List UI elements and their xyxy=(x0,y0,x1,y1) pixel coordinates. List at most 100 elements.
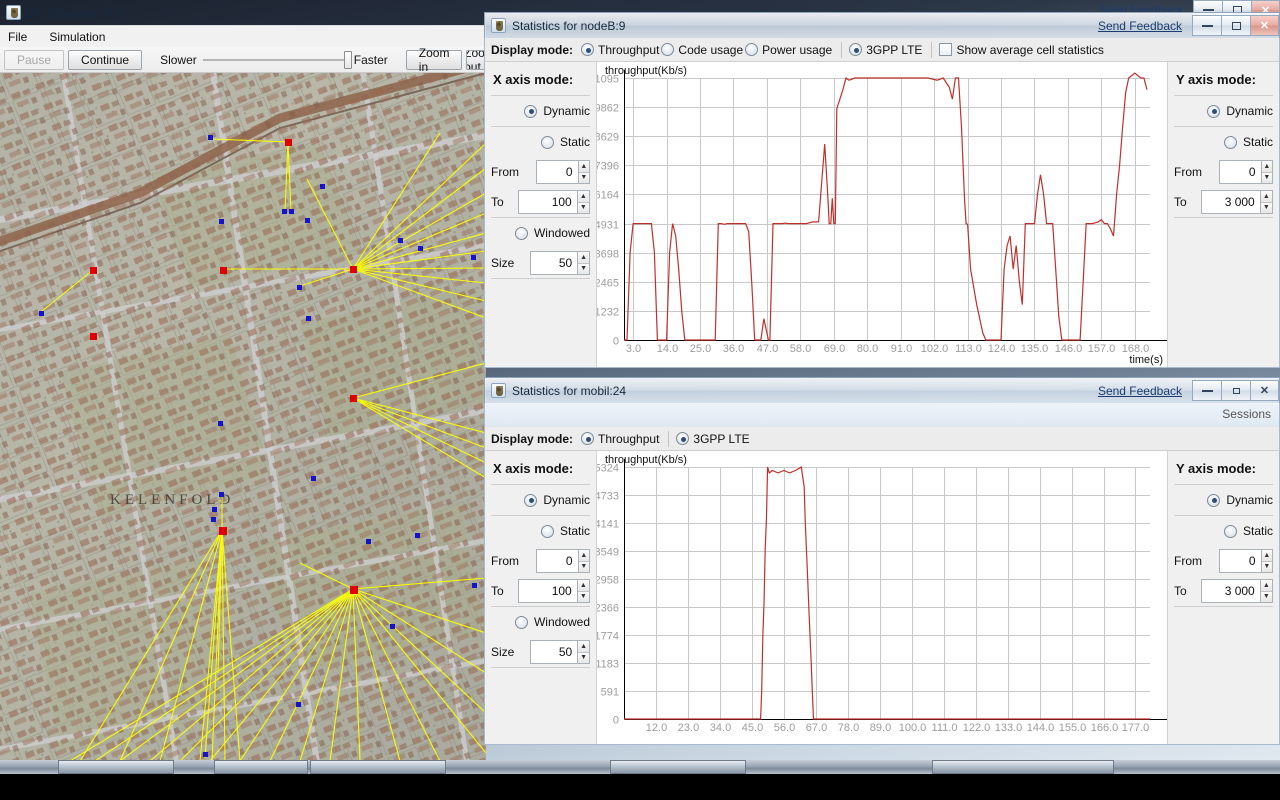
stats1-body: X axis mode: Dynamic Static From ▲▼ xyxy=(484,62,1280,368)
menu-item-file[interactable]: File xyxy=(8,30,27,44)
stats2-radio-throughput[interactable]: Throughput xyxy=(581,432,659,446)
stats2-title-text: Statistics for mobil:24 xyxy=(512,383,627,398)
svg-text:122.0: 122.0 xyxy=(963,722,991,734)
stats1-x-from-spinner[interactable]: ▲▼ xyxy=(536,160,590,184)
stats2-maximize-button[interactable] xyxy=(1221,380,1250,401)
speed-slider[interactable] xyxy=(202,50,352,69)
stats2-x-to-spinner[interactable]: ▲▼ xyxy=(518,579,590,603)
taskbar-item-1[interactable] xyxy=(58,760,174,774)
spinner-buttons[interactable]: ▲ ▼ xyxy=(1260,550,1272,572)
stats1-checkbox-avg-cell-stats[interactable]: Show average cell statistics xyxy=(939,42,1104,57)
continue-button[interactable]: Continue xyxy=(68,49,143,70)
svg-text:2465: 2465 xyxy=(597,278,619,290)
stats1-y-to-spinner[interactable]: ▲▼ xyxy=(1201,190,1273,214)
stats1-radio-throughput[interactable]: Throughput xyxy=(581,43,659,57)
taskbar-item-5[interactable] xyxy=(932,760,1114,774)
stats1-x-size-spinner[interactable]: ▲▼ xyxy=(530,251,590,275)
stats2-y-from-input[interactable] xyxy=(1220,550,1261,572)
speed-slider-handle[interactable] xyxy=(343,50,352,69)
stats2-y-from-spinner[interactable]: ▲▼ xyxy=(1219,549,1273,573)
stats2-x-from-spinner[interactable]: ▲▼ xyxy=(536,549,590,573)
stats1-minimize-button[interactable] xyxy=(1192,15,1221,36)
stats1-radio-3gpp-lte-label: 3GPP LTE xyxy=(866,42,923,57)
svg-text:5324: 5324 xyxy=(597,463,619,475)
stats2-x-size-input[interactable] xyxy=(531,641,578,663)
zoom-in-button[interactable]: Zoom in xyxy=(405,46,463,74)
stats1-x-radio-dynamic[interactable]: Dynamic xyxy=(485,96,596,126)
stats2-x-size-spinner[interactable]: ▲▼ xyxy=(530,640,590,664)
simulator-toolbar: Pause Continue Slower Faster Zoom in Zoo… xyxy=(0,46,493,74)
stats1-x-windowed-label: Windowed xyxy=(533,226,590,240)
stats1-titlebar[interactable]: Statistics for nodeB:9 Send Feedback ✕ xyxy=(484,12,1280,38)
stats1-radio-power-usage[interactable]: Power usage xyxy=(745,43,832,57)
stats1-x-from-label: From xyxy=(491,165,519,179)
menu-item-simulation[interactable]: Simulation xyxy=(49,30,105,44)
stats2-y-radio-dynamic[interactable]: Dynamic xyxy=(1168,485,1279,515)
stats1-y-from-spinner[interactable]: ▲▼ xyxy=(1219,160,1273,184)
spinner-up-icon: ▲ xyxy=(1260,191,1272,203)
spinner-buttons[interactable]: ▲ ▼ xyxy=(577,641,589,663)
spinner-buttons[interactable]: ▲ ▼ xyxy=(1259,191,1272,213)
simulator-menubar: File Simulation xyxy=(0,25,486,47)
spinner-buttons[interactable]: ▲ ▼ xyxy=(576,580,589,602)
stats1-x-radio-windowed[interactable]: Windowed xyxy=(485,218,596,248)
svg-text:11095: 11095 xyxy=(597,74,619,86)
spinner-buttons[interactable]: ▲ ▼ xyxy=(1260,161,1272,183)
stats1-close-button[interactable]: ✕ xyxy=(1250,15,1279,36)
tab-sessions[interactable]: Sessions xyxy=(1222,407,1271,421)
stats2-x-radio-static[interactable]: Static xyxy=(485,516,596,546)
taskbar-item-4[interactable] xyxy=(610,760,746,774)
stats2-x-static-label: Static xyxy=(559,524,590,538)
spinner-buttons[interactable]: ▲ ▼ xyxy=(576,191,589,213)
stats1-x-from-input[interactable] xyxy=(537,161,578,183)
stats2-minimize-button[interactable] xyxy=(1192,380,1221,401)
stats2-x-radio-dynamic[interactable]: Dynamic xyxy=(485,485,596,515)
stats1-display-mode-label: Display mode: xyxy=(491,42,574,57)
stats2-y-to-input[interactable] xyxy=(1202,580,1260,602)
spinner-buttons[interactable]: ▲ ▼ xyxy=(577,252,589,274)
stats2-plot[interactable]: throughput(Kb/s) 0 591 1183 1774 2366 2958 354… xyxy=(597,451,1167,744)
stats1-x-to-input[interactable] xyxy=(519,191,577,213)
simulation-map[interactable]: KELENFOLD xyxy=(0,73,486,761)
spinner-buttons[interactable]: ▲ ▼ xyxy=(577,550,589,572)
stats2-radio-3gpp-lte[interactable]: 3GPP LTE xyxy=(676,432,750,446)
stats1-x-radio-static[interactable]: Static xyxy=(485,127,596,157)
taskbar-item-3[interactable] xyxy=(310,760,446,774)
stats1-maximize-button[interactable] xyxy=(1221,15,1250,36)
stats2-y-to-spinner[interactable]: ▲▼ xyxy=(1201,579,1273,603)
stats1-x-axis-panel: X axis mode: Dynamic Static From ▲▼ xyxy=(485,62,597,367)
svg-text:100.0: 100.0 xyxy=(899,722,927,734)
taskbar-item-2[interactable] xyxy=(214,760,308,774)
stats1-y-from-label: From xyxy=(1174,165,1202,179)
stats1-x-to-spinner[interactable]: ▲▼ xyxy=(518,190,590,214)
stats1-send-feedback-link[interactable]: Send Feedback xyxy=(1098,19,1182,33)
stats1-y-radio-static[interactable]: Static xyxy=(1168,127,1279,157)
stats2-x-radio-windowed[interactable]: Windowed xyxy=(485,607,596,637)
pause-button[interactable]: Pause xyxy=(4,49,65,70)
stats2-titlebar[interactable]: Statistics for mobil:24 Send Feedback ✕ xyxy=(484,377,1280,403)
svg-text:0: 0 xyxy=(613,336,619,348)
map-canvas[interactable]: KELENFOLD xyxy=(0,73,486,761)
stats1-y-from-input[interactable] xyxy=(1220,161,1261,183)
stats1-plot[interactable]: throughput(Kb/s) 0 1232 2465 3698 4931 6164 73… xyxy=(597,62,1167,367)
stats2-x-to-input[interactable] xyxy=(519,580,577,602)
stats1-x-size-input[interactable] xyxy=(531,252,578,274)
stats1-checkbox-label: Show average cell statistics xyxy=(956,42,1104,57)
spinner-down-icon: ▼ xyxy=(578,652,589,663)
stats1-y-radio-dynamic[interactable]: Dynamic xyxy=(1168,96,1279,126)
simulator-titlebar[interactable]: 3G Simulator GUI xyxy=(0,0,486,25)
stats2-close-button[interactable]: ✕ xyxy=(1250,380,1279,401)
spinner-buttons[interactable]: ▲ ▼ xyxy=(577,161,589,183)
stats1-radio-code-usage[interactable]: Code usage xyxy=(661,43,743,57)
stats1-display-mode-bar: Display mode: Throughput Code usage Powe… xyxy=(484,38,1280,62)
stats1-x-to-row: To ▲▼ xyxy=(485,187,596,217)
stats2-x-from-input[interactable] xyxy=(537,550,578,572)
stats2-x-axis-heading: X axis mode: xyxy=(493,461,574,476)
stats2-send-feedback-link[interactable]: Send Feedback xyxy=(1098,384,1182,398)
stats2-x-dynamic-label: Dynamic xyxy=(543,493,590,507)
stats1-radio-3gpp-lte[interactable]: 3GPP LTE xyxy=(849,43,922,57)
spinner-buttons[interactable]: ▲ ▼ xyxy=(1259,580,1272,602)
radio-off-icon xyxy=(540,524,554,538)
stats1-y-to-input[interactable] xyxy=(1202,191,1260,213)
stats2-y-radio-static[interactable]: Static xyxy=(1168,516,1279,546)
